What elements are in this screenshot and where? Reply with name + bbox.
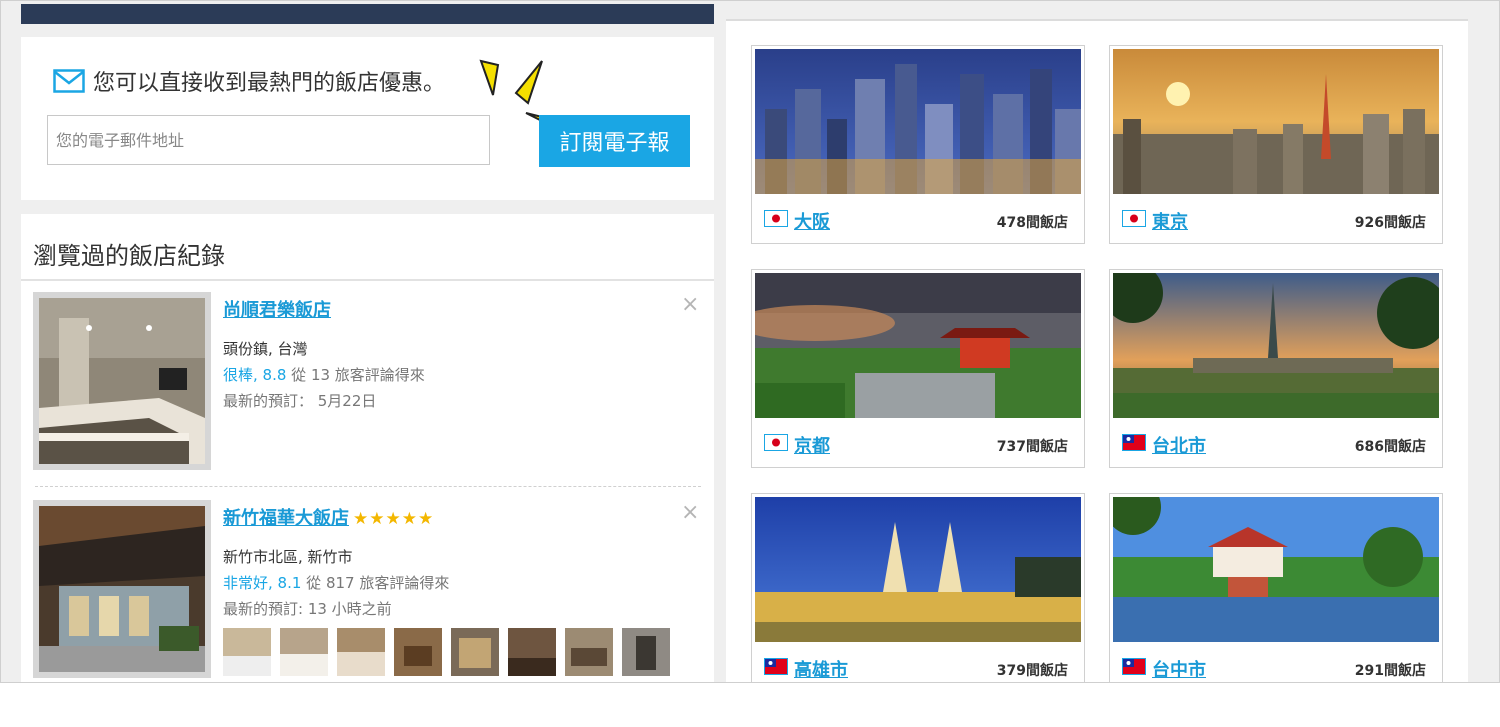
city-photo[interactable] — [755, 497, 1081, 642]
newsletter-card: 您可以直接收到最熱門的飯店優惠。 訂閱電子報 — [21, 37, 714, 200]
hotel-location: 新竹市北區, 新竹市 — [223, 548, 353, 566]
hotel-count: 478間飯店 — [996, 215, 1068, 231]
city-name-link[interactable]: 台北市 — [1152, 432, 1206, 458]
city-photo[interactable] — [1113, 49, 1439, 194]
city-name-link[interactable]: 高雄市 — [794, 656, 848, 682]
hotel-name-link[interactable]: 新竹福華大飯店 ★★★★★ — [223, 504, 434, 530]
newsletter-title: 您可以直接收到最熱門的飯店優惠。 — [93, 71, 446, 96]
japan-flag-icon — [764, 210, 788, 227]
hotel-name[interactable]: 新竹福華大飯店 — [223, 508, 349, 529]
city-card-kaohsiung[interactable]: 高雄市 379間飯店 — [751, 493, 1085, 682]
hotel-list-item: 新竹福華大飯店 ★★★★★ 新竹市北區, 新竹市 非常好, 8.1 從 817 旅… — [33, 500, 703, 682]
city-photo[interactable] — [755, 273, 1081, 418]
hotel-name-link[interactable]: 尚順君樂飯店 — [223, 296, 331, 322]
gallery-photo[interactable] — [508, 628, 556, 676]
city-card-kyoto[interactable]: 京都 737間飯店 — [751, 269, 1085, 468]
gallery-photo[interactable] — [223, 628, 271, 676]
city-name-link[interactable]: 東京 — [1152, 208, 1188, 234]
recently-viewed-card: 瀏覽過的飯店紀錄 尚順君樂飯店 頭份鎮, 台灣 很棒, 8.8 從 13 旅客評… — [21, 214, 714, 682]
recently-viewed-title: 瀏覽過的飯店紀錄 — [33, 242, 225, 270]
japan-flag-icon — [1122, 210, 1146, 227]
divider — [21, 279, 714, 281]
hotel-location: 頭份鎮, 台灣 — [223, 340, 308, 358]
gallery-photo[interactable] — [622, 628, 670, 676]
email-field[interactable] — [47, 115, 490, 165]
photo-gallery — [223, 628, 670, 676]
city-card-taichung[interactable]: 台中市 291間飯店 — [1109, 493, 1443, 682]
hotel-rating: 非常好, 8.1 從 817 旅客評論得來 — [223, 572, 449, 593]
rating-review-count: 從 13 旅客評論得來 — [286, 366, 425, 384]
hotel-count: 926間飯店 — [1354, 215, 1426, 231]
hotel-count: 686間飯店 — [1354, 439, 1426, 455]
taiwan-flag-icon — [1122, 434, 1146, 451]
gallery-photo[interactable] — [337, 628, 385, 676]
hotel-count: 379間飯店 — [996, 663, 1068, 679]
city-card-osaka[interactable]: 大阪 478間飯店 — [751, 45, 1085, 244]
row-separator — [35, 486, 701, 487]
gallery-photo[interactable] — [394, 628, 442, 676]
hotel-photo[interactable] — [33, 292, 211, 470]
hotel-count: 737間飯店 — [996, 439, 1068, 455]
city-card-tokyo[interactable]: 東京 926間飯店 — [1109, 45, 1443, 244]
last-booking: 最新的預訂: 13 小時之前 — [223, 600, 392, 618]
newsletter-heading: 您可以直接收到最熱門的飯店優惠。 — [53, 65, 445, 97]
rating-review-count: 從 817 旅客評論得來 — [301, 574, 450, 592]
city-name-link[interactable]: 大阪 — [794, 208, 830, 234]
last-booking: 最新的預訂： 5月22日 — [223, 392, 377, 410]
japan-flag-icon — [764, 434, 788, 451]
taiwan-flag-icon — [1122, 658, 1146, 675]
city-name-link[interactable]: 京都 — [794, 432, 830, 458]
rating-score: 非常好, 8.1 — [223, 574, 302, 592]
mail-icon — [53, 69, 85, 93]
taiwan-flag-icon — [764, 658, 788, 675]
gallery-photo[interactable] — [451, 628, 499, 676]
hotel-rating: 很棒, 8.8 從 13 旅客評論得來 — [223, 364, 425, 385]
gallery-photo[interactable] — [565, 628, 613, 676]
city-photo[interactable] — [1113, 273, 1439, 418]
city-photo[interactable] — [1113, 497, 1439, 642]
city-name-link[interactable]: 台中市 — [1152, 656, 1206, 682]
city-card-taipei[interactable]: 台北市 686間飯店 — [1109, 269, 1443, 468]
gallery-photo[interactable] — [280, 628, 328, 676]
popular-destinations: 大阪 478間飯店 東京 926間飯店 京都 737間飯店 台北市 686間飯店… — [726, 19, 1468, 682]
subscribe-button[interactable]: 訂閱電子報 — [539, 115, 690, 167]
remove-hotel-button[interactable]: × — [681, 502, 699, 524]
hotel-list-item: 尚順君樂飯店 頭份鎮, 台灣 很棒, 8.8 從 13 旅客評論得來 最新的預訂… — [33, 292, 703, 470]
header-bar — [21, 4, 714, 24]
city-photo[interactable] — [755, 49, 1081, 194]
hotel-count: 291間飯店 — [1354, 663, 1426, 679]
rating-score: 很棒, 8.8 — [223, 366, 287, 384]
star-rating: ★★★★★ — [353, 509, 435, 529]
page-frame: 您可以直接收到最熱門的飯店優惠。 訂閱電子報 瀏覽過的飯店紀錄 — [0, 0, 1500, 683]
hotel-photo[interactable] — [33, 500, 211, 678]
remove-hotel-button[interactable]: × — [681, 294, 699, 316]
